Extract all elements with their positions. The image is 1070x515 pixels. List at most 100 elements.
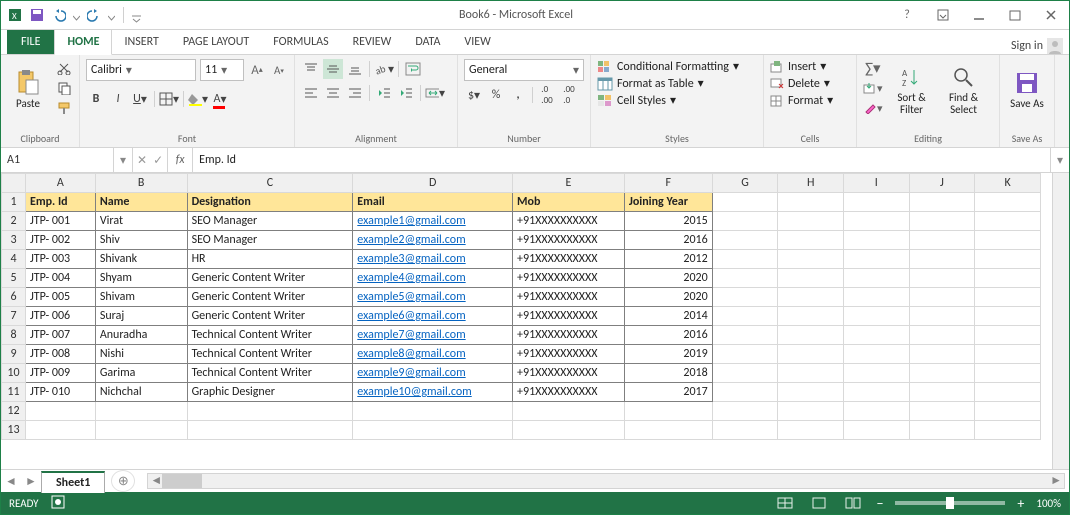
cell-empty[interactable] <box>712 288 778 307</box>
cell-empty[interactable] <box>778 421 844 440</box>
fx-icon[interactable]: fx <box>168 148 193 172</box>
cell-E11[interactable]: +91XXXXXXXXXX <box>513 383 625 402</box>
cell-empty[interactable] <box>844 231 910 250</box>
cell-E7[interactable]: +91XXXXXXXXXX <box>513 307 625 326</box>
cell-D10[interactable]: example9@gmail.com <box>353 364 513 383</box>
cell-A6[interactable]: JTP- 005 <box>25 288 95 307</box>
cell-empty[interactable] <box>778 402 844 421</box>
cell-empty[interactable] <box>975 383 1041 402</box>
cell-E4[interactable]: +91XXXXXXXXXX <box>513 250 625 269</box>
col-header-C[interactable]: C <box>187 174 353 193</box>
decrease-decimal-icon[interactable]: .00.0 <box>559 85 579 105</box>
email-link[interactable]: example10@gmail.com <box>357 385 471 399</box>
cell-empty[interactable] <box>353 402 513 421</box>
cell-A8[interactable]: JTP- 007 <box>25 326 95 345</box>
email-link[interactable]: example8@gmail.com <box>357 347 465 361</box>
undo-icon[interactable] <box>51 7 67 23</box>
email-link[interactable]: example7@gmail.com <box>357 328 465 342</box>
cell-D2[interactable]: example1@gmail.com <box>353 212 513 231</box>
cell-empty[interactable] <box>975 345 1041 364</box>
cell-empty[interactable] <box>778 231 844 250</box>
cell-B11[interactable]: Nichchal <box>95 383 187 402</box>
cell-D11[interactable]: example10@gmail.com <box>353 383 513 402</box>
col-header-A[interactable]: A <box>25 174 95 193</box>
cell-empty[interactable] <box>844 269 910 288</box>
cell-D7[interactable]: example6@gmail.com <box>353 307 513 326</box>
undo-dropdown-icon[interactable] <box>73 12 80 19</box>
col-header-K[interactable]: K <box>975 174 1041 193</box>
cell-E6[interactable]: +91XXXXXXXXXX <box>513 288 625 307</box>
zoom-level[interactable]: 100% <box>1036 497 1061 510</box>
tab-data[interactable]: DATA <box>403 30 452 54</box>
cell-empty[interactable] <box>909 269 975 288</box>
cell-empty[interactable] <box>844 402 910 421</box>
name-box[interactable]: A1 <box>1 148 114 172</box>
cell-D8[interactable]: example7@gmail.com <box>353 326 513 345</box>
increase-decimal-icon[interactable]: .0.00 <box>537 85 557 105</box>
cell-B7[interactable]: Suraj <box>95 307 187 326</box>
maximize-icon[interactable] <box>1001 5 1029 25</box>
merge-center-icon[interactable]: ▾ <box>425 83 445 103</box>
cell-E9[interactable]: +91XXXXXXXXXX <box>513 345 625 364</box>
cell-empty[interactable] <box>844 326 910 345</box>
cell-empty[interactable] <box>909 212 975 231</box>
cell-empty[interactable] <box>624 402 712 421</box>
cell-C10[interactable]: Technical Content Writer <box>187 364 353 383</box>
cell-F2[interactable]: 2015 <box>624 212 712 231</box>
cell-empty[interactable] <box>975 193 1041 212</box>
cancel-formula-icon[interactable]: ✕ <box>137 153 147 168</box>
cell-C4[interactable]: HR <box>187 250 353 269</box>
cell-C2[interactable]: SEO Manager <box>187 212 353 231</box>
sort-filter-button[interactable]: AZ Sort & Filter <box>889 59 935 121</box>
formula-bar-expand-icon[interactable]: ▾ <box>1050 148 1069 172</box>
cell-B2[interactable]: Virat <box>95 212 187 231</box>
paste-button[interactable]: Paste <box>7 59 49 121</box>
cell-empty[interactable] <box>909 193 975 212</box>
cell-B5[interactable]: Shyam <box>95 269 187 288</box>
cell-empty[interactable] <box>975 231 1041 250</box>
align-right-icon[interactable] <box>345 83 365 103</box>
currency-icon[interactable]: $▾ <box>464 85 484 105</box>
cell-empty[interactable] <box>712 212 778 231</box>
row-header-5[interactable]: 5 <box>2 269 26 288</box>
row-header-12[interactable]: 12 <box>2 402 26 421</box>
cell-E1[interactable]: Mob <box>513 193 625 212</box>
redo-icon[interactable] <box>86 7 102 23</box>
fill-icon[interactable]: ▾ <box>863 79 883 97</box>
cell-empty[interactable] <box>712 421 778 440</box>
clear-icon[interactable]: ▾ <box>863 99 883 117</box>
insert-cells-button[interactable]: Insert▾ <box>770 59 826 74</box>
row-header-4[interactable]: 4 <box>2 250 26 269</box>
conditional-formatting-button[interactable]: Conditional Formatting▾ <box>597 59 739 74</box>
cell-empty[interactable] <box>712 383 778 402</box>
vertical-scrollbar[interactable] <box>1052 173 1069 469</box>
cell-empty[interactable] <box>712 345 778 364</box>
horizontal-scrollbar[interactable]: ◄► <box>147 473 1065 489</box>
cell-empty[interactable] <box>909 383 975 402</box>
row-header-8[interactable]: 8 <box>2 326 26 345</box>
cell-D3[interactable]: example2@gmail.com <box>353 231 513 250</box>
decrease-indent-icon[interactable] <box>374 83 394 103</box>
format-cells-button[interactable]: Format▾ <box>770 93 833 108</box>
cell-empty[interactable] <box>778 269 844 288</box>
formula-input[interactable]: Emp. Id <box>193 148 1050 172</box>
decrease-font-icon[interactable]: A▾ <box>270 61 288 79</box>
email-link[interactable]: example1@gmail.com <box>357 214 465 228</box>
ribbon-options-icon[interactable] <box>929 5 957 25</box>
email-link[interactable]: example4@gmail.com <box>357 271 465 285</box>
cell-empty[interactable] <box>778 326 844 345</box>
cell-empty[interactable] <box>712 231 778 250</box>
cell-empty[interactable] <box>513 402 625 421</box>
cell-D9[interactable]: example8@gmail.com <box>353 345 513 364</box>
cell-empty[interactable] <box>778 288 844 307</box>
row-header-3[interactable]: 3 <box>2 231 26 250</box>
cell-empty[interactable] <box>975 402 1041 421</box>
cell-empty[interactable] <box>513 421 625 440</box>
sheet-nav-prev-icon[interactable]: ◄ <box>1 471 21 491</box>
cell-empty[interactable] <box>975 307 1041 326</box>
cell-empty[interactable] <box>909 364 975 383</box>
tab-formulas[interactable]: FORMULAS <box>261 30 340 54</box>
col-header-B[interactable]: B <box>95 174 187 193</box>
cell-A1[interactable]: Emp. Id <box>25 193 95 212</box>
cell-empty[interactable] <box>844 307 910 326</box>
